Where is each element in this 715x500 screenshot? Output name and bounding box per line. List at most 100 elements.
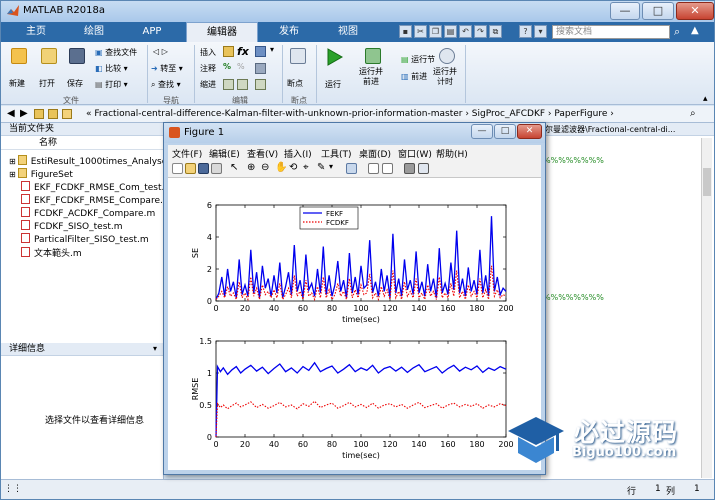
switch-windows-icon[interactable]: ⧉ — [489, 25, 502, 38]
file-list-item[interactable]: FCDKF_ACDKF_Compare.m — [21, 207, 155, 219]
new-figure-icon[interactable] — [172, 163, 183, 174]
compare-button[interactable]: ◧ 比较 ▾ — [95, 63, 128, 74]
figure-close-button[interactable]: ✕ — [517, 124, 542, 139]
hide-plot-tools-icon[interactable] — [404, 163, 415, 174]
menu-edit[interactable]: 编辑(E) — [209, 147, 240, 160]
notification-bell-icon[interactable]: ▲ — [691, 25, 704, 39]
tab-plots[interactable]: 绘图 — [65, 22, 123, 42]
percent-comment-icon[interactable]: % — [223, 62, 231, 71]
indent-increase-icon[interactable] — [237, 79, 248, 90]
copy-quick-icon[interactable]: ❐ — [429, 25, 442, 38]
find-button[interactable]: ⌕ 查找 ▾ — [151, 79, 181, 90]
open-file-icon[interactable] — [185, 163, 196, 174]
insert-dropdown-arrow[interactable]: ▾ — [270, 45, 274, 54]
new-button[interactable]: 新建 — [9, 48, 27, 89]
zoom-in-icon[interactable]: ⊕ — [247, 162, 255, 173]
back-forward-buttons[interactable]: ◁ ▷ — [153, 47, 168, 56]
rotate-3d-icon[interactable]: ⟲ — [289, 162, 297, 173]
indent-button[interactable]: 缩进 — [200, 79, 216, 90]
open-button[interactable]: 打开 — [39, 48, 57, 89]
close-button[interactable]: ✕ — [676, 2, 714, 20]
indent-decrease-icon[interactable] — [255, 79, 266, 90]
file-list-item[interactable]: ⊞ EstiResult_1000times_Analyse — [9, 155, 167, 167]
brush-dropdown-arrow[interactable]: ▾ — [329, 162, 333, 171]
menu-file[interactable]: 文件(F) — [172, 147, 202, 160]
minimize-button[interactable]: — — [610, 2, 640, 20]
insert-section-icon[interactable] — [223, 46, 234, 57]
menu-insert[interactable]: 插入(I) — [284, 147, 312, 160]
tab-editor[interactable]: 编辑器 — [186, 22, 258, 42]
undo-quick-icon[interactable]: ↶ — [459, 25, 472, 38]
m-file-icon — [21, 220, 30, 230]
file-list-item[interactable]: FCDKF_SISO_test.m — [21, 220, 123, 232]
tab-view[interactable]: 视图 — [319, 22, 377, 42]
link-plot-icon[interactable] — [346, 163, 357, 174]
browse-folder-icon[interactable] — [48, 109, 58, 119]
scrollbar-thumb[interactable] — [703, 168, 711, 196]
x-tick-label: 60 — [298, 440, 308, 449]
file-list-item[interactable]: ParticalFilter_SISO_test.m — [21, 233, 149, 245]
tab-apps[interactable]: APP — [123, 22, 181, 42]
paste-quick-icon[interactable]: ▤ — [444, 25, 457, 38]
advance-button[interactable]: ▥ 前进 — [401, 71, 427, 82]
show-plot-tools-icon[interactable] — [418, 163, 429, 174]
breakpoints-button[interactable]: 断点 — [287, 48, 306, 89]
insert-legend-icon[interactable] — [382, 163, 393, 174]
file-name: FCDKF_SISO_test.m — [34, 222, 123, 232]
name-column-header[interactable]: 名称 — [1, 137, 163, 150]
search-icon[interactable]: ⌕ — [674, 25, 687, 39]
brush-icon[interactable]: ✎ — [317, 162, 325, 173]
save-quick-icon[interactable]: ▪ — [399, 25, 412, 38]
insert-table-icon[interactable] — [255, 46, 266, 57]
back-arrow-icon[interactable]: ◀ — [7, 108, 15, 119]
menu-view[interactable]: 查看(V) — [247, 147, 278, 160]
up-folder-icon[interactable] — [34, 109, 44, 119]
file-list-item[interactable]: EKF_FCDKF_RMSE_Com_test.m — [21, 181, 173, 193]
community-icon[interactable]: ▾ — [534, 25, 547, 38]
search-documentation-input[interactable]: 搜索文档 — [552, 25, 670, 39]
help-quick-icon[interactable]: ? — [519, 25, 532, 38]
redo-quick-icon[interactable]: ↷ — [474, 25, 487, 38]
menu-tools[interactable]: 工具(T) — [321, 147, 352, 160]
wrap-icon[interactable] — [255, 63, 266, 74]
x-tick-label: 120 — [382, 304, 397, 313]
cut-quick-icon[interactable]: ✂ — [414, 25, 427, 38]
address-search-icon[interactable]: ⌕ — [690, 108, 696, 119]
smart-indent-icon[interactable] — [223, 79, 234, 90]
run-and-time-button[interactable]: 运行并 计时 — [433, 48, 457, 87]
menu-desktop[interactable]: 桌面(D) — [359, 147, 391, 160]
run-and-advance-button[interactable]: 运行并 前进 — [359, 48, 383, 87]
y-tick-label: 1 — [207, 369, 212, 378]
ribbon-collapse-arrow[interactable]: ▴ — [703, 94, 708, 104]
folder-path[interactable]: « Fractional-central-difference-Kalman-f… — [86, 109, 614, 119]
maximize-button[interactable]: □ — [642, 2, 674, 20]
file-list-item[interactable]: EKF_FCDKF_RMSE_Compare.m — [21, 194, 172, 206]
edit-plot-cursor-icon[interactable]: ↖ — [230, 162, 238, 173]
pan-hand-icon[interactable]: ✋ — [275, 162, 287, 173]
goto-button[interactable]: ➜ 转至 ▾ — [151, 63, 183, 74]
figure-maximize-button[interactable]: □ — [494, 124, 516, 139]
save-button[interactable]: 保存 — [67, 48, 85, 89]
zoom-out-icon[interactable]: ⊖ — [261, 162, 269, 173]
insert-colorbar-icon[interactable] — [368, 163, 379, 174]
tab-home[interactable]: 主页 — [7, 22, 65, 42]
file-list-item[interactable]: ⊞ FigureSet — [9, 168, 73, 180]
panel-collapse-icon[interactable]: ▾ — [153, 344, 157, 353]
menu-window[interactable]: 窗口(W) — [398, 147, 432, 160]
forward-arrow-icon[interactable]: ▶ — [20, 108, 28, 119]
wrap-comment-icon[interactable]: % — [237, 62, 245, 71]
find-files-button[interactable]: ▣ 查找文件 — [95, 47, 137, 58]
run-button[interactable]: 运行 — [325, 48, 344, 90]
run-section-button[interactable]: ▤ 运行节 — [401, 54, 435, 65]
figure-minimize-button[interactable]: — — [471, 124, 493, 139]
file-list-item[interactable]: 文本範头.m — [21, 246, 82, 259]
insert-function-button[interactable]: fx — [237, 45, 249, 58]
comment-button[interactable]: 注释 — [200, 63, 216, 74]
print-button[interactable]: ▤ 打印 ▾ — [95, 79, 128, 90]
tab-publish[interactable]: 发布 — [260, 22, 318, 42]
save-figure-icon[interactable] — [198, 163, 209, 174]
menu-help[interactable]: 帮助(H) — [436, 147, 468, 160]
print-figure-icon[interactable] — [211, 163, 222, 174]
data-cursor-icon[interactable]: ⌖ — [303, 162, 309, 173]
insert-button[interactable]: 插入 — [200, 47, 216, 58]
